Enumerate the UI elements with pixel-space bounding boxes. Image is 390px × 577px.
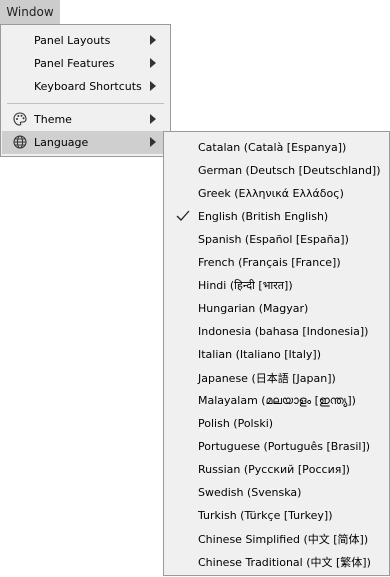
submenu-arrow-icon bbox=[150, 58, 156, 68]
language-item-swedish[interactable]: Swedish (Svenska) bbox=[164, 481, 389, 504]
language-item-polish[interactable]: Polish (Polski) bbox=[164, 412, 389, 435]
palette-icon bbox=[13, 112, 27, 126]
menu-item-theme[interactable]: Theme bbox=[1, 108, 170, 131]
language-item-german[interactable]: German (Deutsch [Deutschland]) bbox=[164, 159, 389, 182]
language-label: French (Français [France]) bbox=[198, 256, 341, 269]
language-item-turkish[interactable]: Turkish (Türkçe [Turkey]) bbox=[164, 504, 389, 527]
checkmark-icon bbox=[176, 210, 190, 221]
language-item-russian[interactable]: Russian (Русский [Россия]) bbox=[164, 458, 389, 481]
submenu-arrow-icon bbox=[150, 137, 156, 147]
language-label: Malayalam (മലയാളം [ഇന്ത്യ]) bbox=[198, 393, 356, 407]
language-item-chinese-traditional[interactable]: Chinese Traditional (中文 [繁体]) bbox=[164, 550, 389, 573]
menu-item-panel-layouts[interactable]: Panel Layouts bbox=[1, 29, 170, 52]
language-label: Polish (Polski) bbox=[198, 417, 274, 430]
language-label: German (Deutsch [Deutschland]) bbox=[198, 164, 381, 177]
language-label: English (British English) bbox=[198, 210, 329, 223]
language-item-french[interactable]: French (Français [France]) bbox=[164, 251, 389, 274]
language-label: Swedish (Svenska) bbox=[198, 486, 302, 499]
menu-item-language[interactable]: Language bbox=[2, 131, 169, 154]
language-label: Chinese Traditional (中文 [繁体]) bbox=[198, 555, 371, 569]
language-label: Russian (Русский [Россия]) bbox=[198, 463, 350, 476]
window-menu: Panel Layouts Panel Features Keyboard Sh… bbox=[0, 24, 171, 157]
menu-separator bbox=[7, 103, 164, 104]
language-item-english[interactable]: English (British English) bbox=[164, 205, 389, 228]
language-item-malayalam[interactable]: Malayalam (മലയാളം [ഇന്ത്യ]) bbox=[164, 389, 389, 412]
submenu-arrow-icon bbox=[150, 114, 156, 124]
language-item-chinese-simplified[interactable]: Chinese Simplified (中文 [简体]) bbox=[164, 527, 389, 550]
language-label: Catalan (Català [Espanya]) bbox=[198, 141, 347, 154]
language-label: Portuguese (Português [Brasil]) bbox=[198, 440, 371, 453]
submenu-arrow-icon bbox=[150, 35, 156, 45]
language-label: Spanish (Español [España]) bbox=[198, 233, 349, 246]
window-menu-button[interactable]: Window bbox=[0, 0, 60, 24]
language-label: Greek (Ελληνικά Ελλάδος) bbox=[198, 187, 344, 200]
menu-item-label: Keyboard Shortcuts bbox=[34, 80, 142, 93]
menu-item-panel-features[interactable]: Panel Features bbox=[1, 52, 170, 75]
language-item-indonesia[interactable]: Indonesia (bahasa [Indonesia]) bbox=[164, 320, 389, 343]
language-label: Japanese (日本語 [Japan]) bbox=[198, 371, 336, 385]
language-submenu: Catalan (Català [Espanya]) German (Deuts… bbox=[163, 131, 390, 576]
globe-icon bbox=[13, 135, 27, 149]
language-label: Indonesia (bahasa [Indonesia]) bbox=[198, 325, 369, 338]
language-label: Hungarian (Magyar) bbox=[198, 302, 309, 315]
language-label: Turkish (Türkçe [Turkey]) bbox=[198, 509, 333, 522]
language-item-catalan[interactable]: Catalan (Català [Espanya]) bbox=[164, 136, 389, 159]
language-item-hungarian[interactable]: Hungarian (Magyar) bbox=[164, 297, 389, 320]
menu-item-label: Theme bbox=[34, 113, 72, 126]
menu-item-keyboard-shortcuts[interactable]: Keyboard Shortcuts bbox=[1, 75, 170, 98]
language-item-portuguese[interactable]: Portuguese (Português [Brasil]) bbox=[164, 435, 389, 458]
language-item-hindi[interactable]: Hindi (हिन्दी [भारत]) bbox=[164, 274, 389, 297]
language-label: Hindi (हिन्दी [भारत]) bbox=[198, 279, 293, 292]
menu-item-label: Panel Layouts bbox=[34, 34, 111, 47]
language-item-italian[interactable]: Italian (Italiano [Italy]) bbox=[164, 343, 389, 366]
language-label: Chinese Simplified (中文 [简体]) bbox=[198, 532, 369, 546]
menu-item-label: Panel Features bbox=[34, 57, 115, 70]
menu-item-label: Language bbox=[34, 136, 89, 149]
window-menu-label: Window bbox=[6, 5, 54, 19]
submenu-arrow-icon bbox=[150, 81, 156, 91]
language-label: Italian (Italiano [Italy]) bbox=[198, 348, 321, 361]
language-item-greek[interactable]: Greek (Ελληνικά Ελλάδος) bbox=[164, 182, 389, 205]
language-item-japanese[interactable]: Japanese (日本語 [Japan]) bbox=[164, 366, 389, 389]
language-item-spanish[interactable]: Spanish (Español [España]) bbox=[164, 228, 389, 251]
